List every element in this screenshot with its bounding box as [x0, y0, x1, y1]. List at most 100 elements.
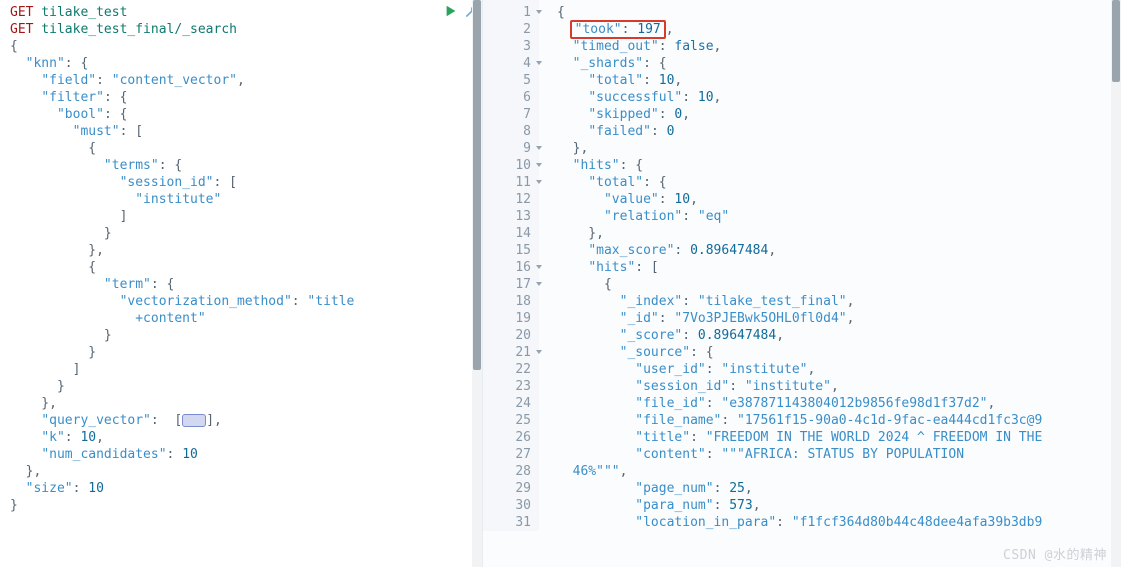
code-line[interactable]: "value": 10,	[557, 191, 1042, 208]
code-line[interactable]: "took": 197,	[557, 21, 1042, 38]
code-line[interactable]: "k": 10,	[10, 429, 482, 446]
line-number[interactable]: 6	[483, 89, 531, 106]
line-number[interactable]: 25	[483, 412, 531, 429]
code-line[interactable]: "file_name": "17561f15-90a0-4c1d-9fac-ea…	[557, 412, 1042, 429]
line-number[interactable]: 28	[483, 463, 531, 480]
code-line[interactable]: "para_num": 573,	[557, 497, 1042, 514]
code-line[interactable]: }	[10, 225, 482, 242]
line-number[interactable]: 22	[483, 361, 531, 378]
code-line[interactable]: },	[10, 242, 482, 259]
code-line[interactable]: "num_candidates": 10	[10, 446, 482, 463]
code-line[interactable]: },	[557, 140, 1042, 157]
code-line[interactable]: "session_id": [	[10, 174, 482, 191]
code-line[interactable]: 46%""",	[557, 463, 1042, 480]
scroll-thumb[interactable]	[473, 0, 481, 370]
code-line[interactable]: {	[557, 276, 1042, 293]
code-line[interactable]: "query_vector": [],	[10, 412, 482, 429]
line-number[interactable]: 12	[483, 191, 531, 208]
code-line[interactable]: "vectorization_method": "title	[10, 293, 482, 310]
code-line[interactable]: "content": """AFRICA: STATUS BY POPULATI…	[557, 446, 1042, 463]
line-number[interactable]: 21	[483, 344, 531, 361]
code-line[interactable]: "_index": "tilake_test_final",	[557, 293, 1042, 310]
code-line[interactable]: "must": [	[10, 123, 482, 140]
scrollbar-left[interactable]	[472, 0, 482, 567]
collapsed-array[interactable]	[182, 414, 206, 427]
code-line[interactable]: {	[10, 140, 482, 157]
code-line[interactable]: {	[10, 38, 482, 55]
line-number[interactable]: 9	[483, 140, 531, 157]
line-number[interactable]: 31	[483, 514, 531, 531]
code-line[interactable]: {	[10, 259, 482, 276]
code-line[interactable]: "_source": {	[557, 344, 1042, 361]
line-number[interactable]: 1	[483, 4, 531, 21]
code-line[interactable]: }	[10, 344, 482, 361]
line-number[interactable]: 11	[483, 174, 531, 191]
code-line[interactable]: "institute"	[10, 191, 482, 208]
code-line[interactable]: "location_in_para": "f1fcf364d80b44c48de…	[557, 514, 1042, 531]
code-line[interactable]: "size": 10	[10, 480, 482, 497]
code-line[interactable]: "title": "FREEDOM IN THE WORLD 2024 ^ FR…	[557, 429, 1042, 446]
code-line[interactable]: "terms": {	[10, 157, 482, 174]
line-number[interactable]: 19	[483, 310, 531, 327]
code-line[interactable]: }	[10, 378, 482, 395]
code-line[interactable]: "field": "content_vector",	[10, 72, 482, 89]
line-number[interactable]: 18	[483, 293, 531, 310]
line-number[interactable]: 3	[483, 38, 531, 55]
line-number[interactable]: 30	[483, 497, 531, 514]
code-line[interactable]: GET tilake_test	[10, 4, 482, 21]
code-line[interactable]: ]	[10, 361, 482, 378]
code-line[interactable]: "total": {	[557, 174, 1042, 191]
code-line[interactable]: "max_score": 0.89647484,	[557, 242, 1042, 259]
line-number[interactable]: 5	[483, 72, 531, 89]
code-line[interactable]: GET tilake_test_final/_search	[10, 21, 482, 38]
code-line[interactable]: }	[10, 497, 482, 514]
code-line[interactable]: "_shards": {	[557, 55, 1042, 72]
line-number[interactable]: 4	[483, 55, 531, 72]
code-line[interactable]: "term": {	[10, 276, 482, 293]
code-line[interactable]: "timed_out": false,	[557, 38, 1042, 55]
response-viewer[interactable]: { "took": 197, "timed_out": false, "_sha…	[539, 0, 1042, 531]
scrollbar-right[interactable]	[1111, 0, 1121, 567]
code-line[interactable]: "_score": 0.89647484,	[557, 327, 1042, 344]
line-number[interactable]: 26	[483, 429, 531, 446]
code-line[interactable]: "knn": {	[10, 55, 482, 72]
code-line[interactable]: "file_id": "e387871143804012b9856fe98d1f…	[557, 395, 1042, 412]
code-line[interactable]: {	[557, 4, 1042, 21]
play-icon[interactable]	[444, 4, 458, 18]
line-number[interactable]: 13	[483, 208, 531, 225]
code-line[interactable]: "session_id": "institute",	[557, 378, 1042, 395]
line-number[interactable]: 16	[483, 259, 531, 276]
code-line[interactable]: "hits": {	[557, 157, 1042, 174]
code-line[interactable]: "total": 10,	[557, 72, 1042, 89]
line-number[interactable]: 7	[483, 106, 531, 123]
code-line[interactable]: "bool": {	[10, 106, 482, 123]
line-number[interactable]: 20	[483, 327, 531, 344]
code-line[interactable]: "filter": {	[10, 89, 482, 106]
code-line[interactable]: +content"	[10, 310, 482, 327]
code-line[interactable]: "page_num": 25,	[557, 480, 1042, 497]
line-number[interactable]: 10	[483, 157, 531, 174]
scroll-thumb[interactable]	[1112, 0, 1120, 82]
code-line[interactable]: ]	[10, 208, 482, 225]
line-number[interactable]: 23	[483, 378, 531, 395]
code-line[interactable]: "_id": "7Vo3PJEBwk5OHL0fl0d4",	[557, 310, 1042, 327]
code-line[interactable]: "successful": 10,	[557, 89, 1042, 106]
code-line[interactable]: "user_id": "institute",	[557, 361, 1042, 378]
code-line[interactable]: },	[557, 225, 1042, 242]
line-number[interactable]: 29	[483, 480, 531, 497]
code-line[interactable]: "relation": "eq"	[557, 208, 1042, 225]
code-line[interactable]: }	[10, 327, 482, 344]
line-number[interactable]: 27	[483, 446, 531, 463]
code-line[interactable]: "failed": 0	[557, 123, 1042, 140]
code-line[interactable]: },	[10, 395, 482, 412]
request-editor[interactable]: GET tilake_testGET tilake_test_final/_se…	[0, 0, 482, 514]
line-number[interactable]: 2	[483, 21, 531, 38]
line-number[interactable]: 17	[483, 276, 531, 293]
line-number[interactable]: 24	[483, 395, 531, 412]
code-line[interactable]: "hits": [	[557, 259, 1042, 276]
code-line[interactable]: },	[10, 463, 482, 480]
line-number[interactable]: 15	[483, 242, 531, 259]
line-number[interactable]: 8	[483, 123, 531, 140]
code-line[interactable]: "skipped": 0,	[557, 106, 1042, 123]
line-number[interactable]: 14	[483, 225, 531, 242]
